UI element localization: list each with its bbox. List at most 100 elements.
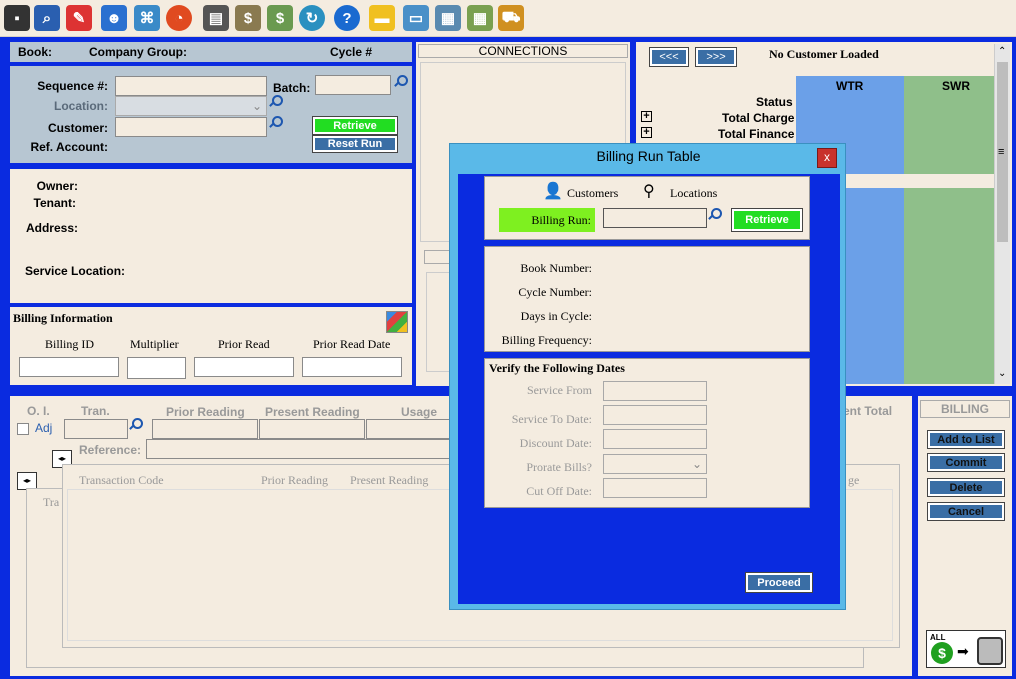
- billing-run-lookup-icon[interactable]: [706, 208, 722, 222]
- billing-run-label: Billing Run:: [499, 208, 595, 232]
- save-icon[interactable]: ▪: [4, 5, 30, 31]
- prev-button[interactable]: <<<: [649, 47, 689, 67]
- total-finance-row-label: Total Finance: [718, 127, 795, 141]
- billing-panel: BILLING Add to List Commit Delete Cancel…: [918, 396, 1012, 676]
- money-bag-green-icon[interactable]: $: [267, 5, 293, 31]
- service-to-input[interactable]: [603, 405, 707, 425]
- calendar-grid-icon[interactable]: ▦: [467, 5, 493, 31]
- money-bag-icon[interactable]: $: [235, 5, 261, 31]
- dialog-retrieve-button[interactable]: Retrieve: [731, 208, 803, 232]
- reference-input[interactable]: [146, 439, 456, 459]
- adj-checkbox[interactable]: [17, 423, 29, 435]
- refresh-icon[interactable]: ↻: [299, 5, 325, 31]
- location-select[interactable]: ⌄: [115, 96, 267, 116]
- usage-input[interactable]: [366, 419, 456, 439]
- customers-option[interactable]: Customers: [567, 186, 618, 201]
- card-icon[interactable]: ▭: [403, 5, 429, 31]
- prior-read-field[interactable]: [194, 357, 294, 377]
- billing-run-dialog: Billing Run Table x 👤 Customers ⚲ Locati…: [449, 143, 846, 610]
- reset-run-button[interactable]: Reset Run: [312, 135, 398, 153]
- group-icon[interactable]: ☻: [101, 5, 127, 31]
- locations-option[interactable]: Locations: [670, 186, 717, 201]
- service-to-label: Service To Date:: [511, 412, 592, 426]
- help-icon[interactable]: ?: [334, 5, 360, 31]
- cycle-label: Cycle #: [330, 45, 373, 59]
- company-group-label: Company Group:: [89, 45, 187, 59]
- proceed-button[interactable]: Proceed: [745, 572, 813, 593]
- network-icon[interactable]: ⌘: [134, 5, 160, 31]
- ref-account-label: Ref. Account:: [30, 140, 108, 154]
- dialog-body: 👤 Customers ⚲ Locations Billing Run: Ret…: [458, 174, 840, 604]
- eraser-icon[interactable]: ✎: [66, 5, 92, 31]
- customer-lookup-icon[interactable]: [267, 116, 283, 130]
- billing-title: BILLING: [920, 400, 1010, 418]
- billing-id-field[interactable]: [19, 357, 119, 377]
- owner-panel: Owner: Tenant: Address: Service Location…: [10, 169, 412, 303]
- grid-header-present-reading: Present Reading: [350, 473, 429, 487]
- next-button[interactable]: >>>: [695, 47, 737, 67]
- verify-dates-title: Verify the Following Dates: [489, 361, 625, 375]
- trash-icon: [977, 637, 1003, 665]
- delete-button[interactable]: Delete: [927, 478, 1005, 497]
- scroll-down-icon[interactable]: ⌄: [998, 368, 1006, 379]
- menu-icon: ≡: [998, 146, 1005, 158]
- service-from-label: Service From: [527, 383, 592, 397]
- location-lookup-icon[interactable]: [267, 95, 283, 109]
- clear-all-button[interactable]: ALL $ ➡: [926, 630, 1006, 668]
- present-total-label: ent Total: [843, 404, 893, 418]
- tran-input[interactable]: [64, 419, 128, 439]
- location-pin-icon[interactable]: ⚲: [643, 181, 655, 201]
- money-icon: $: [931, 642, 953, 664]
- scroll-up-icon[interactable]: ⌃: [998, 46, 1006, 57]
- discount-date-input[interactable]: [603, 429, 707, 449]
- sequence-input[interactable]: [115, 76, 267, 96]
- chart-icon[interactable]: ◔: [166, 5, 192, 31]
- batch-input[interactable]: [315, 75, 391, 95]
- vertical-scrollbar[interactable]: ⌃ ≡ ⌄: [994, 44, 1010, 384]
- grid-header-prior-reading: Prior Reading: [261, 473, 328, 487]
- grid-settings-icon[interactable]: [386, 311, 408, 333]
- book-number-label: Book Number:: [520, 261, 592, 275]
- billing-frequency-label: Billing Frequency:: [501, 333, 592, 347]
- dialog-title: Billing Run Table: [596, 148, 701, 164]
- customers-icon[interactable]: 👤: [543, 181, 563, 201]
- book-label: Book:: [18, 45, 52, 59]
- document-icon[interactable]: ▤: [203, 5, 229, 31]
- service-from-input[interactable]: [603, 381, 707, 401]
- batch-lookup-icon[interactable]: [392, 75, 408, 89]
- chevron-down-icon: ⌄: [251, 99, 262, 113]
- commit-button[interactable]: Commit: [927, 453, 1005, 472]
- search-icon[interactable]: ⌕: [34, 5, 60, 31]
- grid-header-usage: ge: [848, 473, 860, 487]
- multiplier-field[interactable]: [127, 357, 186, 379]
- prior-reading-input[interactable]: [152, 419, 258, 439]
- calendar-icon[interactable]: ▦: [435, 5, 461, 31]
- prior-read-date-field[interactable]: [302, 357, 402, 377]
- prior-read-date-header: Prior Read Date: [313, 337, 391, 351]
- prorate-bills-select[interactable]: ⌄: [603, 454, 707, 474]
- grid-header-transaction-code: Transaction Code: [79, 473, 164, 487]
- expand-icon[interactable]: +: [641, 111, 652, 122]
- tran-lookup-icon[interactable]: [127, 418, 143, 432]
- truck-icon[interactable]: ⛟: [498, 5, 524, 31]
- retrieve-button[interactable]: Retrieve: [312, 116, 398, 135]
- present-reading-input[interactable]: [259, 419, 365, 439]
- customer-input[interactable]: [115, 117, 267, 137]
- cut-off-date-input[interactable]: [603, 478, 707, 498]
- expand-icon[interactable]: +: [641, 127, 652, 138]
- multiplier-header: Multiplier: [130, 337, 179, 351]
- toolbar: ▪ ⌕ ✎ ☻ ⌘ ◔ ▤ $ $ ↻ ? ▬ ▭ ▦ ▦ ⛟: [0, 0, 1016, 37]
- folder-icon[interactable]: ▬: [369, 5, 395, 31]
- prior-reading-label: Prior Reading: [166, 405, 245, 419]
- address-label: Address:: [25, 221, 78, 235]
- service-location-label: Service Location:: [25, 264, 126, 278]
- cancel-button[interactable]: Cancel: [927, 502, 1005, 521]
- add-to-list-button[interactable]: Add to List: [927, 430, 1005, 449]
- billing-run-input[interactable]: [603, 208, 707, 228]
- present-reading-label: Present Reading: [265, 405, 360, 419]
- cycle-number-label: Cycle Number:: [518, 285, 592, 299]
- discount-date-label: Discount Date:: [519, 436, 592, 450]
- close-button[interactable]: x: [817, 148, 837, 168]
- owner-label: Owner:: [36, 179, 78, 193]
- location-label: Location:: [54, 99, 108, 113]
